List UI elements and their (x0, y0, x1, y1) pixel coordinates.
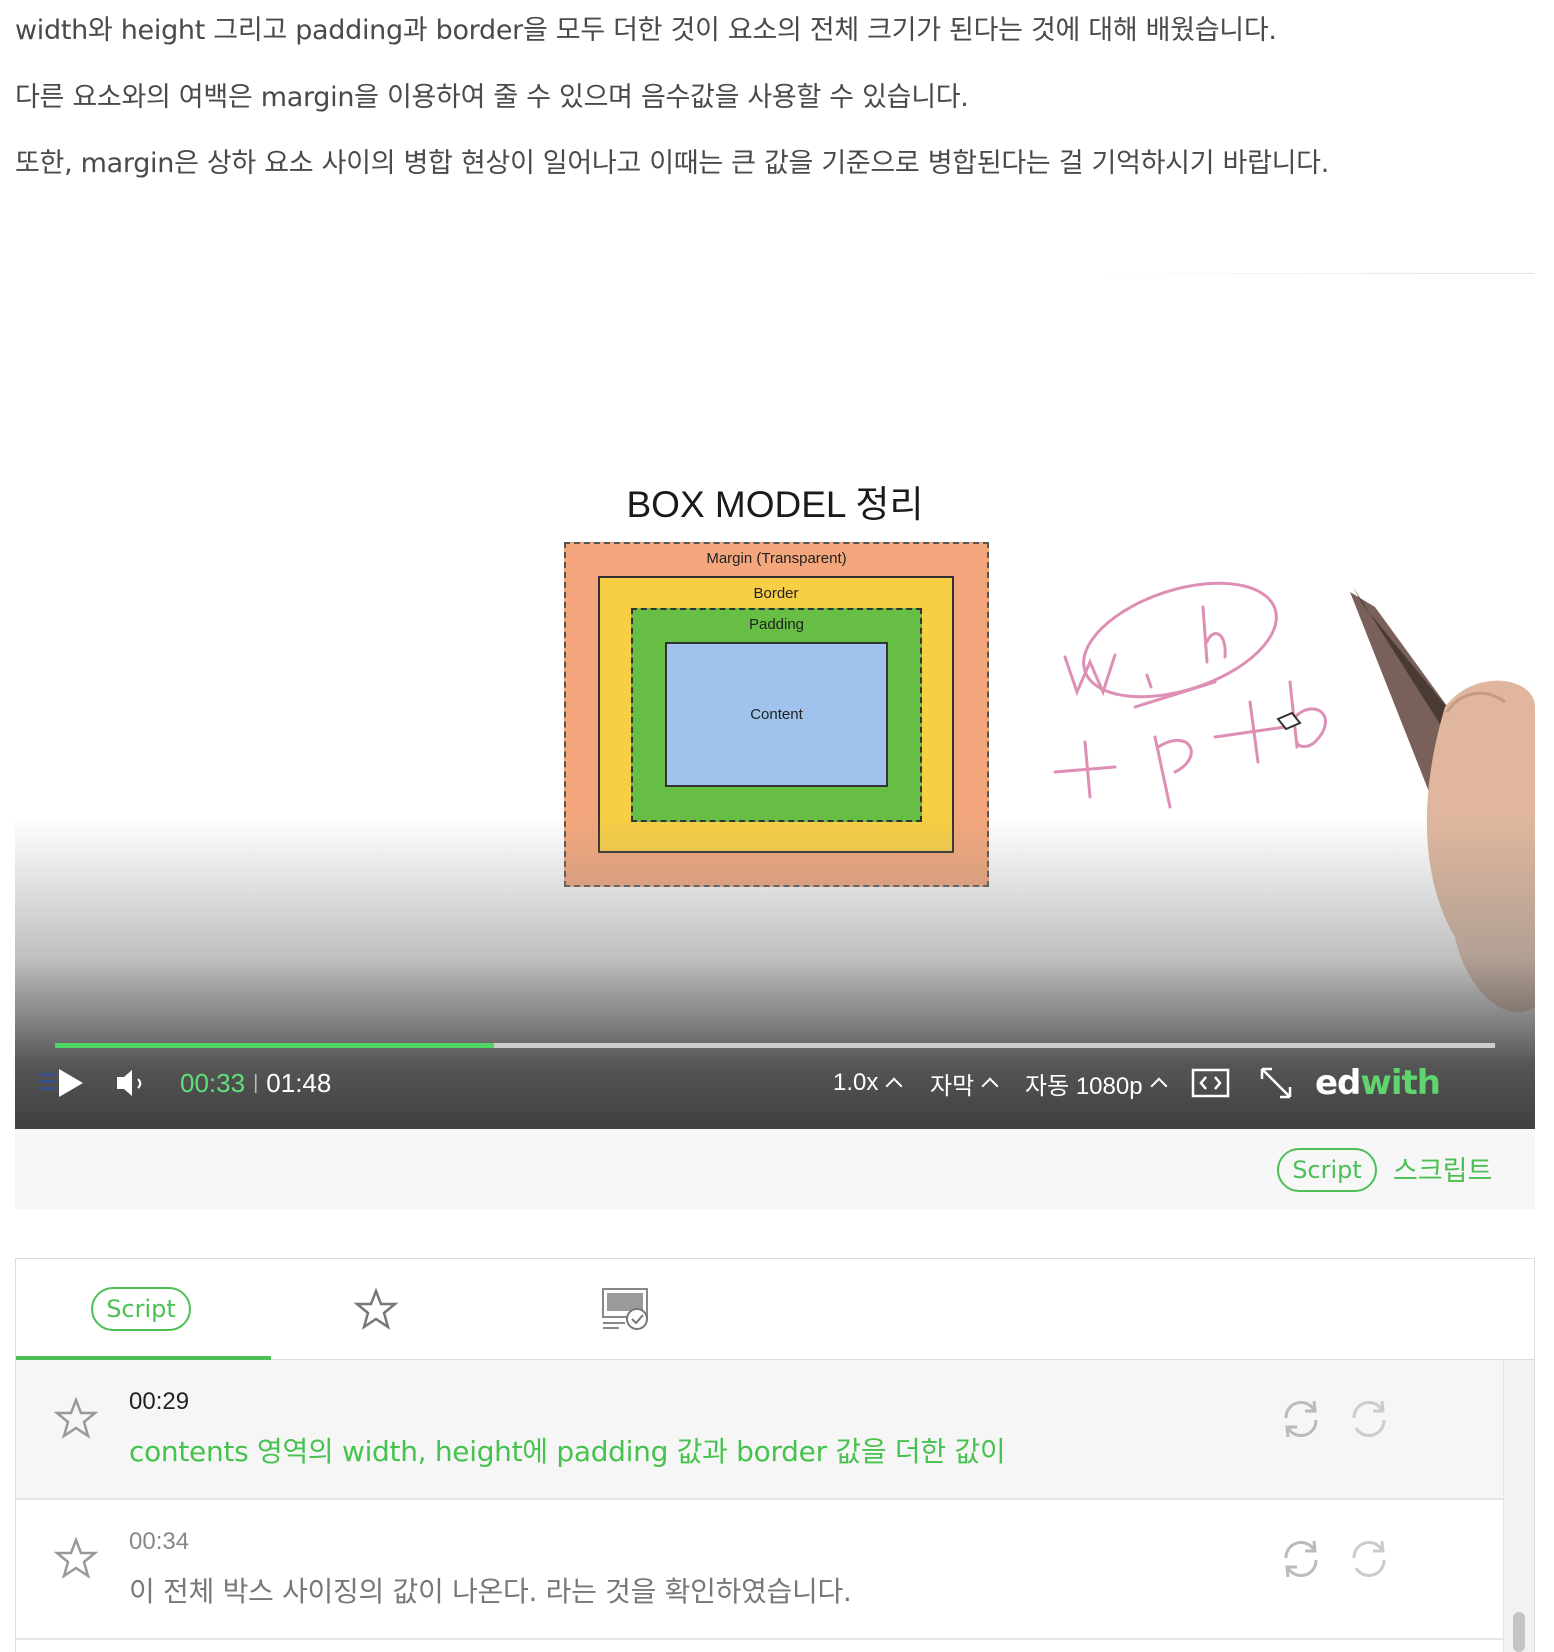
play-icon (59, 1069, 83, 1097)
handwriting-illustration (1053, 581, 1535, 1013)
playlist-button[interactable] (37, 1061, 99, 1105)
volume-icon (117, 1070, 142, 1096)
summary-line-2: 다른 요소와의 여백은 margin을 이용하여 줄 수 있으며 음수값을 사용… (15, 82, 969, 113)
edwith-logo: ed with (1315, 1061, 1441, 1105)
transcript-scrollbar[interactable] (1503, 1360, 1534, 1652)
repeat-icon[interactable] (1346, 1536, 1392, 1582)
note-icon (602, 1288, 648, 1330)
tab-notes[interactable] (501, 1259, 751, 1359)
transcript-row[interactable]: 00:29 contents 영역의 width, height에 paddin… (16, 1360, 1504, 1500)
repeat-icon[interactable] (1346, 1396, 1392, 1442)
embed-icon (1191, 1068, 1230, 1098)
script-toggle-bar: Script 스크립트 (15, 1129, 1535, 1209)
transcript-timestamp[interactable]: 00:34 (129, 1528, 189, 1556)
transcript-list: 00:29 contents 영역의 width, height에 paddin… (16, 1360, 1504, 1640)
subtitle-label: 자막 (930, 1072, 975, 1100)
star-icon (354, 1287, 398, 1330)
progress-played (55, 1043, 495, 1048)
tab-script[interactable]: Script (16, 1259, 266, 1359)
summary-line-3: 또한, margin은 상하 요소 사이의 병합 현상이 일어나고 이때는 큰 … (15, 148, 1329, 179)
video-player[interactable]: BOX MODEL 정리 Margin (Transparent) Border… (15, 287, 1535, 1129)
time-current: 00:33 (180, 1067, 246, 1098)
scroll-thumb[interactable] (1513, 1612, 1525, 1652)
star-icon[interactable] (54, 1536, 98, 1580)
chevron-up-icon (885, 1077, 903, 1095)
quality-menu[interactable]: 자동 1080p (1025, 1061, 1168, 1105)
fullscreen-icon (1260, 1067, 1292, 1099)
time-total: 01:48 (266, 1067, 332, 1098)
transcript-text: contents 영역의 width, height에 padding 값과 b… (129, 1435, 1006, 1468)
summary-line-1: width와 height 그리고 padding과 border을 모두 더한… (15, 15, 1277, 46)
script-pill[interactable]: Script (1277, 1148, 1377, 1192)
tab-script-label: Script (91, 1287, 191, 1331)
embed-button[interactable] (1191, 1061, 1231, 1105)
chevron-up-icon (981, 1077, 999, 1095)
subtitle-menu[interactable]: 자막 (930, 1061, 999, 1105)
speed-menu[interactable]: 1.0x (833, 1061, 903, 1105)
divider (1080, 273, 1534, 274)
transcript-row[interactable]: 00:34 이 전체 박스 사이징의 값이 나온다. 라는 것을 확인하였습니다… (16, 1500, 1504, 1640)
transcript-panel: Script 00:29 contents 영역의 width, height에 (15, 1258, 1535, 1652)
player-controls: 00:33 | 01:48 1.0x 자막 자동 1080p ed with (15, 1057, 1535, 1117)
time-separator: | (253, 1071, 259, 1094)
script-toggle-label[interactable]: 스크립트 (1393, 1149, 1492, 1188)
repeat-icon[interactable] (1278, 1396, 1324, 1442)
time-display: 00:33 | 01:48 (180, 1061, 331, 1105)
volume-button[interactable] (113, 1061, 149, 1105)
progress-bar[interactable] (55, 1043, 1495, 1048)
transcript-text: 이 전체 박스 사이징의 값이 나온다. 라는 것을 확인하였습니다. (129, 1575, 852, 1608)
transcript-tabs: Script (16, 1259, 1534, 1360)
brand-ed: ed (1315, 1063, 1361, 1103)
tab-bookmarks[interactable] (251, 1259, 501, 1359)
brand-with: with (1360, 1063, 1441, 1103)
quality-label: 자동 1080p (1025, 1072, 1143, 1100)
fullscreen-button[interactable] (1258, 1061, 1294, 1105)
transcript-timestamp[interactable]: 00:29 (129, 1388, 189, 1416)
playlist-icon (39, 1069, 83, 1097)
speed-label: 1.0x (833, 1069, 879, 1096)
chevron-up-icon (1150, 1077, 1168, 1095)
star-icon[interactable] (54, 1396, 98, 1440)
repeat-icon[interactable] (1278, 1536, 1324, 1582)
